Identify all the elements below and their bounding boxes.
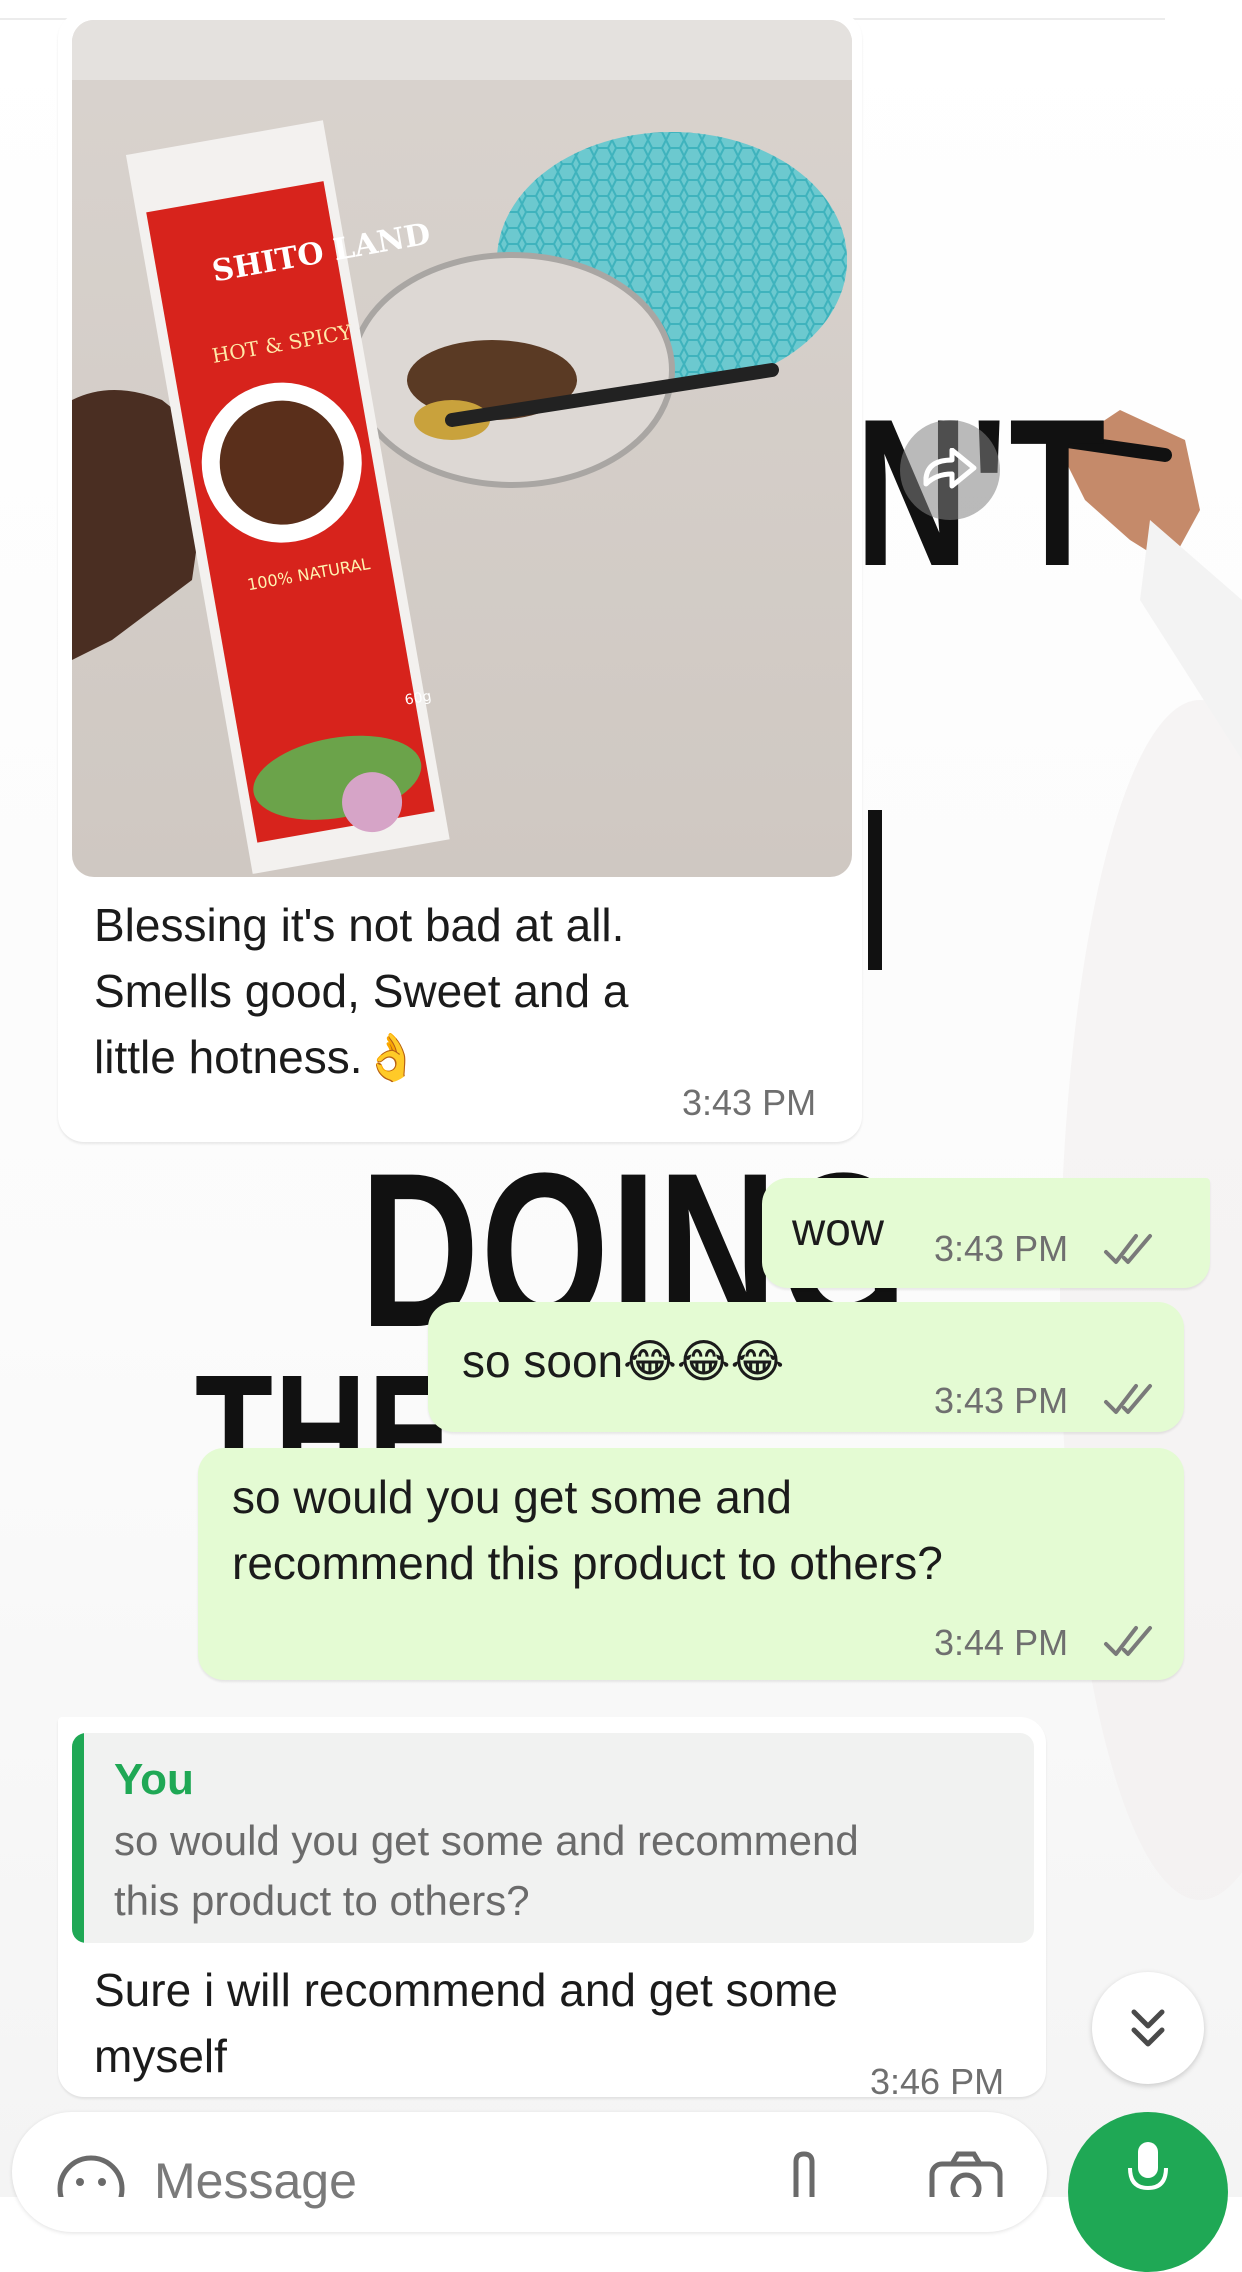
forward-icon bbox=[923, 448, 977, 489]
double-check-icon bbox=[1104, 1384, 1152, 1414]
message-line: Smells good, Sweet and a bbox=[94, 965, 629, 1017]
photo-image: SHITO LAND HOT & SPICY 100% NATURAL 60g bbox=[72, 20, 852, 877]
quote-text: so would you get some and recommend this… bbox=[114, 1811, 1014, 1931]
emoji-icon[interactable] bbox=[54, 2152, 128, 2197]
message-bubble-outgoing[interactable]: so would you get some and recommend this… bbox=[198, 1448, 1184, 1680]
message-text: Blessing it's not bad at all. Smells goo… bbox=[94, 892, 854, 1090]
message-time: 3:46 PM bbox=[870, 2061, 1005, 2102]
quote-line: this product to others? bbox=[114, 1877, 530, 1924]
double-check-icon bbox=[1104, 1234, 1152, 1264]
message-text: so soon😂😂😂 bbox=[462, 1335, 785, 1387]
message-time: 3:43 PM bbox=[934, 1380, 1069, 1421]
message-time: 3:43 PM bbox=[682, 1082, 817, 1123]
message-line: so would you get some and bbox=[232, 1471, 793, 1523]
message-line: Sure i will recommend and get some bbox=[94, 1964, 838, 2016]
forward-button[interactable] bbox=[900, 420, 1000, 520]
paperclip-icon[interactable] bbox=[784, 2150, 824, 2197]
quoted-message[interactable]: You so would you get some and recommend … bbox=[72, 1733, 1034, 1943]
double-check-icon bbox=[1104, 1626, 1152, 1656]
message-text: wow bbox=[792, 1203, 885, 1255]
quote-accent-bar bbox=[72, 1733, 84, 1943]
message-line: recommend this product to others? bbox=[232, 1537, 943, 1589]
message-bubble-outgoing[interactable]: wow 3:43 PM bbox=[762, 1178, 1210, 1288]
mic-icon bbox=[1128, 2142, 1168, 2191]
message-line: little hotness.👌 bbox=[94, 1031, 420, 1083]
message-line: Blessing it's not bad at all. bbox=[94, 899, 625, 951]
photo-attachment[interactable]: SHITO LAND HOT & SPICY 100% NATURAL 60g bbox=[72, 20, 852, 877]
message-time: 3:43 PM bbox=[934, 1228, 1069, 1269]
quote-author: You bbox=[114, 1755, 194, 1804]
chevron-double-down-icon bbox=[1131, 2009, 1165, 2047]
voice-record-button[interactable] bbox=[1068, 2112, 1228, 2272]
message-input[interactable]: Message bbox=[154, 2152, 357, 2210]
message-time: 3:44 PM bbox=[934, 1622, 1069, 1663]
message-text: so would you get some and recommend this… bbox=[232, 1464, 1172, 1596]
message-bubble-outgoing[interactable]: so soon😂😂😂 3:43 PM bbox=[428, 1302, 1184, 1432]
scroll-to-bottom-button[interactable] bbox=[1092, 1972, 1204, 2084]
camera-icon[interactable] bbox=[928, 2150, 1004, 2197]
quote-line: so would you get some and recommend bbox=[114, 1817, 859, 1864]
message-bubble-incoming-photo[interactable]: SHITO LAND HOT & SPICY 100% NATURAL 60g … bbox=[58, 12, 862, 1142]
